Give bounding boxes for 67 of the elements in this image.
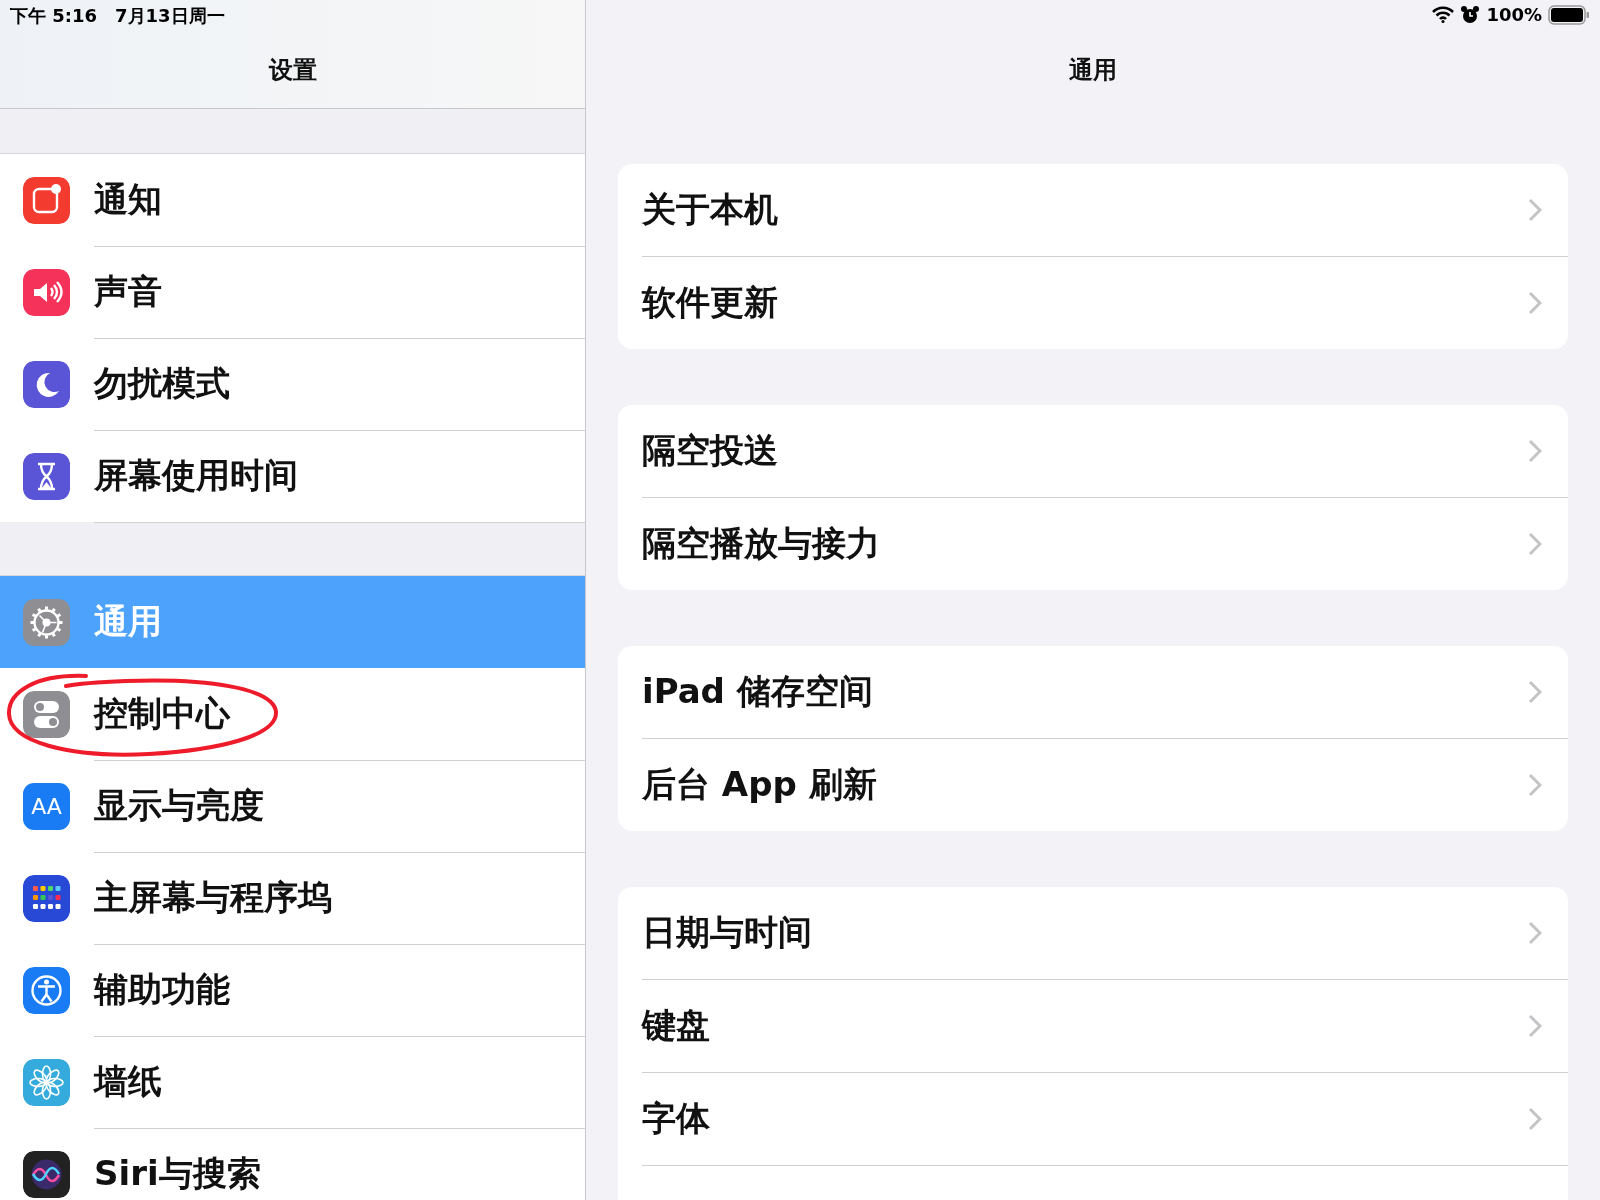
- siri-icon: [23, 1150, 70, 1198]
- accessibility-icon: [23, 966, 70, 1014]
- row-label: 日期与时间: [642, 912, 812, 952]
- alarm-icon: [1460, 4, 1481, 25]
- row-label: 声音: [94, 269, 162, 313]
- flower-icon: [23, 1058, 70, 1106]
- row-label: 通知: [94, 177, 162, 221]
- settings-row[interactable]: iPad 储存空间: [642, 646, 1568, 739]
- row-label: 软件更新: [642, 282, 778, 322]
- settings-row[interactable]: 勿扰模式: [0, 338, 585, 430]
- settings-row[interactable]: 软件更新: [642, 257, 1568, 349]
- settings-row[interactable]: 关于本机: [642, 164, 1568, 257]
- sounds-icon: [23, 268, 70, 316]
- chevron-icon: [1528, 1107, 1542, 1131]
- row-label: 关于本机: [642, 189, 778, 229]
- settings-row[interactable]: 墙纸: [0, 1036, 585, 1128]
- chevron-icon: [1528, 680, 1542, 704]
- settings-row[interactable]: AA 显示与亮度: [0, 760, 585, 852]
- row-label: 后台 App 刷新: [642, 764, 877, 804]
- grid-icon: [23, 874, 70, 922]
- settings-row[interactable]: 声音: [0, 246, 585, 338]
- row-label: 墙纸: [94, 1059, 162, 1103]
- row-label: 隔空播放与接力: [642, 523, 880, 563]
- text-size-icon: AA: [23, 782, 70, 830]
- settings-row[interactable]: 键盘: [642, 980, 1568, 1073]
- gear-icon: [23, 598, 70, 646]
- battery-icon: [1548, 4, 1590, 25]
- settings-row[interactable]: 辅助功能: [0, 944, 585, 1036]
- settings-row[interactable]: 主屏幕与程序坞: [0, 852, 585, 944]
- settings-row[interactable]: 屏幕使用时间: [0, 430, 585, 522]
- row-label: 主屏幕与程序坞: [94, 875, 332, 919]
- row-label: 勿扰模式: [94, 361, 230, 405]
- row-label: 隔空投送: [642, 430, 778, 470]
- row-label: 字体: [642, 1098, 710, 1138]
- battery-percent: 100%: [1486, 4, 1542, 25]
- row-label: 屏幕使用时间: [94, 453, 298, 497]
- status-time: 下午 5:16: [10, 4, 98, 28]
- chevron-icon: [1528, 439, 1542, 463]
- row-label: 控制中心: [94, 691, 230, 735]
- moon-icon: [23, 360, 70, 408]
- chevron-icon: [1528, 198, 1542, 222]
- row-label: iPad 储存空间: [642, 671, 873, 711]
- chevron-icon: [1528, 773, 1542, 797]
- settings-row[interactable]: 字体: [642, 1073, 1568, 1166]
- row-label: 显示与亮度: [94, 783, 264, 827]
- settings-row[interactable]: 控制中心: [0, 668, 585, 760]
- row-label: 键盘: [642, 1005, 710, 1045]
- notifications-icon: [23, 176, 70, 224]
- settings-row[interactable]: 隔空播放与接力: [642, 498, 1568, 590]
- settings-row[interactable]: 通知: [0, 154, 585, 246]
- page-title: 通用: [1068, 55, 1118, 86]
- settings-row[interactable]: 隔空投送: [642, 405, 1568, 498]
- wifi-icon: [1432, 6, 1455, 23]
- row-label: 通用: [94, 599, 162, 643]
- settings-row[interactable]: 日期与时间: [642, 887, 1568, 980]
- status-date: 7月13日周一: [115, 4, 225, 28]
- settings-row[interactable]: 后台 App 刷新: [642, 739, 1568, 831]
- sidebar-title: 设置: [267, 55, 318, 86]
- hourglass-icon: [23, 452, 70, 500]
- chevron-icon: [1528, 291, 1542, 315]
- chevron-icon: [1528, 532, 1542, 556]
- row-label: Siri与搜索: [94, 1151, 261, 1195]
- settings-row[interactable]: Siri与搜索: [0, 1128, 585, 1200]
- chevron-icon: [1528, 1014, 1542, 1038]
- toggles-icon: [23, 690, 70, 738]
- row-label: 辅助功能: [94, 967, 230, 1011]
- chevron-icon: [1528, 921, 1542, 945]
